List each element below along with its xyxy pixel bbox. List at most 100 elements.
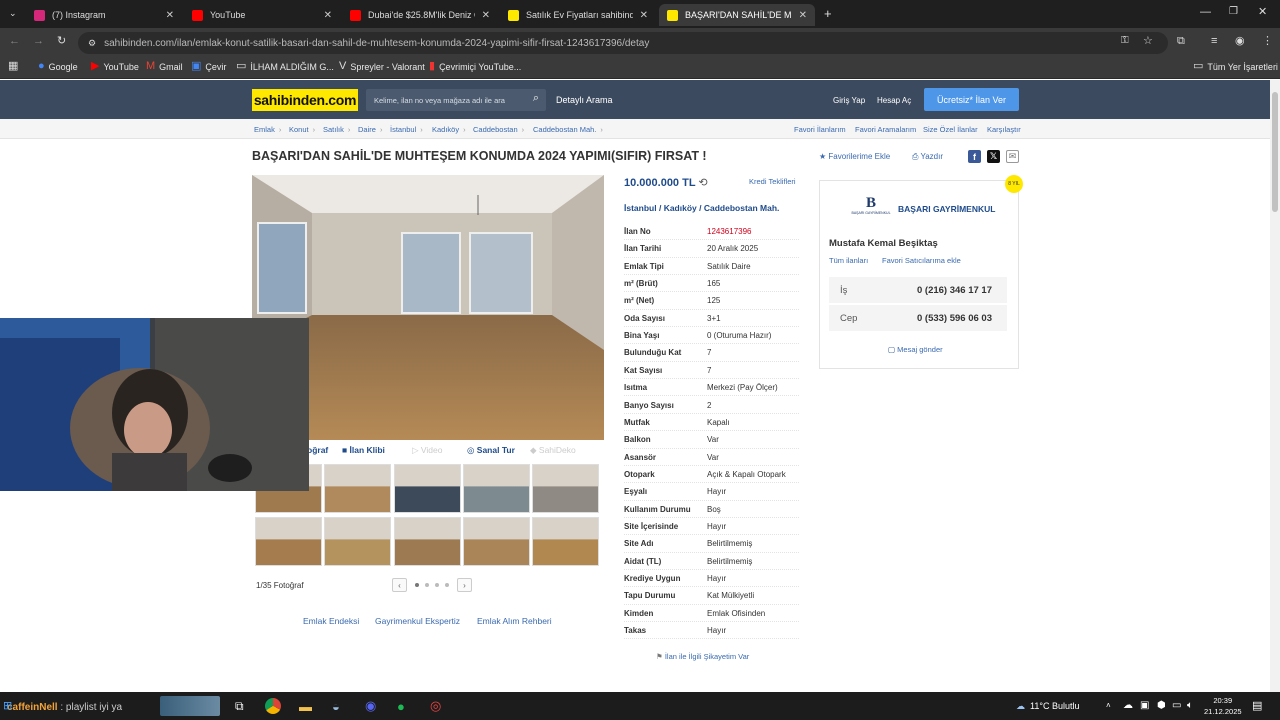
thumbnail[interactable] [532,517,599,566]
profile-icon[interactable]: ◉ [1235,36,1245,47]
back-icon[interactable]: ← [9,36,20,47]
window-close-icon[interactable]: ✕ [1258,7,1267,18]
restore-icon[interactable]: ❐ [1229,7,1238,17]
thumbnail[interactable] [324,464,391,513]
bookmark-star-icon[interactable]: ☆ [1143,36,1153,47]
all-listings-link[interactable]: Tüm ilanları [829,256,868,265]
add-to-favorites-link[interactable]: ★ Favorilerime Ekle [819,152,890,161]
tray-app-icon[interactable]: ⬢ [1157,698,1166,714]
close-icon[interactable]: ✕ [640,10,648,21]
video-clip-tab[interactable]: ■ İlan Klibi [342,445,385,455]
start-icon[interactable]: ⊞ [3,701,12,712]
sahideko-tab[interactable]: ◆ SahiDeko [530,445,576,456]
notification-icon[interactable]: ▤ [1252,698,1262,714]
close-icon[interactable]: ✕ [324,10,332,21]
weather-widget[interactable]: ☁ 11°C Bulutlu [1016,698,1079,714]
thumbnail[interactable] [394,464,461,513]
site-info-icon[interactable]: ⚙ [88,38,96,48]
reload-icon[interactable]: ↻ [57,36,66,47]
bookmark-google[interactable]: ● Google [38,61,78,72]
post-ad-button[interactable]: Ücretsiz* İlan Ver [924,88,1019,111]
minimize-icon[interactable]: — [1200,7,1211,18]
network-icon[interactable]: ▭ [1172,698,1181,714]
agency-logo[interactable]: B BAŞARI GAYRİMENKUL [850,196,892,220]
favorite-seller-link[interactable]: Favori Satıcılarıma ekle [882,256,961,265]
email-share-icon[interactable]: ✉ [1006,150,1019,163]
report-listing-link[interactable]: ⚑ İlan ile İlgili Şikayetim Var [656,652,749,661]
location-neighborhood[interactable]: Caddebostan Mah. [704,203,780,213]
forward-icon[interactable]: → [33,36,44,47]
breadcrumb-item[interactable]: İstanbul › [390,125,423,134]
page-dot[interactable] [415,583,419,587]
register-link[interactable]: Hesap Aç [877,96,911,105]
virtual-tour-tab[interactable]: ◎ Sanal Tur [467,445,515,456]
credit-offers-link[interactable]: Kredi Teklifleri [749,177,796,186]
breadcrumb-item[interactable]: Daire › [358,125,382,134]
thumbnail[interactable] [394,517,461,566]
tab-youtube[interactable]: YouTube ✕ [184,4,340,26]
password-key-icon[interactable]: ⚿ [1121,36,1129,46]
thumbnail[interactable] [255,517,322,566]
thumbnail[interactable] [463,464,530,513]
compare-link[interactable]: Karşılaştır [987,125,1021,134]
menu-icon[interactable]: ⋮ [1262,36,1273,47]
discord-icon[interactable]: ◉ [365,698,376,714]
bookmark-gmail[interactable]: M Gmail [146,61,183,72]
close-icon[interactable]: ✕ [799,10,807,21]
close-icon[interactable]: ✕ [482,10,490,21]
prev-page-button[interactable]: ‹ [392,578,407,592]
url-input[interactable]: ⚙ sahibinden.com/ilan/emlak-konut-satili… [78,32,1168,54]
breadcrumb-item[interactable]: Caddebostan Mah. › [533,125,603,134]
bookmark-ilham[interactable]: ▭ İLHAM ALDIĞIM G... [236,61,334,72]
tray-app-icon[interactable]: ▣ [1140,698,1149,714]
send-message-link[interactable]: ▢ Mesaj gönder [888,345,943,354]
x-share-icon[interactable]: 𝕏 [987,150,1000,163]
page-dot[interactable] [445,583,449,587]
page-dot[interactable] [435,583,439,587]
new-tab-icon[interactable]: + [824,7,832,20]
bookmark-youtube[interactable]: ▶ YouTube [91,61,139,72]
tab-instagram[interactable]: (7) Instagram ✕ [26,4,182,26]
bookmark-cevrimici[interactable]: ▮ Çevrimiçi YouTube... [429,61,521,72]
close-icon[interactable]: ✕ [166,10,174,21]
media-icon[interactable]: ≡ [1211,36,1217,47]
page-dot[interactable] [425,583,429,587]
file-explorer-icon[interactable]: ▬ [299,698,312,714]
tab-youtube-dubai[interactable]: Dubai'de $25.8M'lik Deniz Önü ✕ [342,4,498,26]
tab-sahibinden-search[interactable]: Satılık Ev Fiyatları sahibinden.co ✕ [500,4,656,26]
breadcrumb-item[interactable]: Konut › [289,125,315,134]
location-city[interactable]: İstanbul [624,203,657,213]
thumbnail[interactable] [463,517,530,566]
breadcrumb-item[interactable]: Kadıköy › [432,125,466,134]
price-history-icon[interactable]: ⟲ [698,177,707,189]
bookmark-spreyler[interactable]: V Spreyler - Valorant [339,61,425,72]
scrollbar-thumb[interactable] [1272,92,1278,212]
app-icon[interactable]: ◒ [332,698,340,714]
spotify-icon[interactable]: ● [397,698,405,714]
all-bookmarks[interactable]: ▭ Tüm Yer İşaretleri [1193,61,1278,72]
login-link[interactable]: Giriş Yap [833,96,865,105]
search-icon[interactable]: ⌕ [533,93,539,104]
clock[interactable]: 20:39 21.12.2025 [1204,695,1242,717]
breadcrumb-item[interactable]: Emlak › [254,125,281,134]
apps-icon[interactable]: ▦ [8,61,18,72]
location-district[interactable]: Kadıköy [664,203,697,213]
task-view-icon[interactable]: ⧉ [235,698,244,714]
chrome-taskbar-icon[interactable] [265,698,281,714]
tray-chevron-icon[interactable]: ˄ [1106,698,1111,714]
gayrimenkul-ekspertiz-link[interactable]: Gayrimenkul Ekspertiz [375,616,460,626]
emlak-endeksi-link[interactable]: Emlak Endeksi [303,616,359,626]
tab-search-icon[interactable]: ⌄ [9,9,17,18]
tab-sahibinden-listing[interactable]: BAŞARI'DAN SAHİL'DE MUHTEŞ ✕ [659,4,815,26]
work-phone[interactable]: İş 0 (216) 346 17 17 [829,277,1007,303]
facebook-share-icon[interactable]: f [968,150,981,163]
mobile-phone[interactable]: Cep 0 (533) 596 06 03 [829,305,1007,331]
site-logo[interactable]: sahibinden.com [252,89,358,111]
extensions-icon[interactable]: ⧉ [1177,36,1185,47]
tray-app-icon[interactable]: ☁ [1123,698,1133,714]
bookmark-cevir[interactable]: ▣ Çevir [191,61,226,72]
breadcrumb-item[interactable]: Caddebostan › [473,125,524,134]
next-page-button[interactable]: › [457,578,472,592]
special-listings-link[interactable]: Size Özel İlanlar [923,125,978,134]
emlak-alim-rehberi-link[interactable]: Emlak Alım Rehberi [477,616,552,626]
